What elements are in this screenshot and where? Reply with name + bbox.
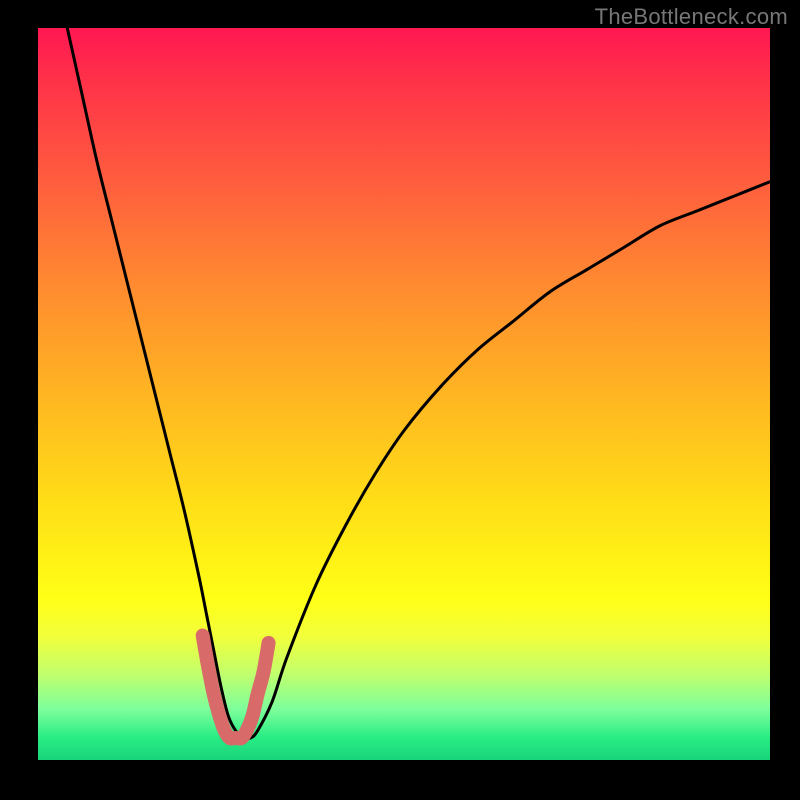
bottleneck-curve-path: [67, 28, 770, 739]
chart-frame: TheBottleneck.com: [0, 0, 800, 800]
watermark-text: TheBottleneck.com: [595, 4, 788, 30]
curve-layer: [38, 28, 770, 760]
plot-area: [38, 28, 770, 760]
